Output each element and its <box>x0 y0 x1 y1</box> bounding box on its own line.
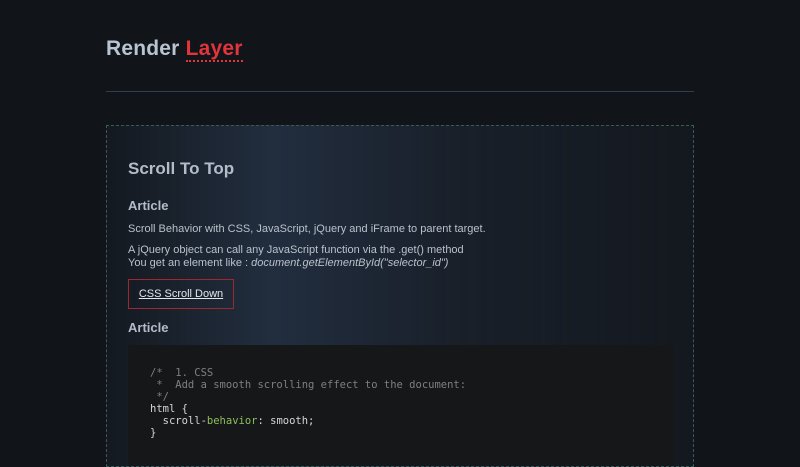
code-line: } <box>150 427 157 439</box>
article-heading-second: Article <box>128 320 169 335</box>
code-keyword: behavior <box>206 415 258 427</box>
article-heading: Article <box>128 198 169 213</box>
content-panel: Scroll To Top Article Scroll Behavior wi… <box>106 125 694 467</box>
css-scroll-down-button[interactable]: CSS Scroll Down <box>128 279 234 309</box>
header-divider <box>106 91 694 92</box>
paragraph-line-prefix: You get an element like : <box>128 257 252 269</box>
paragraph-line: A jQuery object can call any JavaScript … <box>128 244 464 256</box>
code-comment-line: * Add a smooth scrolling effect to the d… <box>150 379 467 391</box>
code-line-pre: scroll- <box>150 415 207 427</box>
code-block: /* 1. CSS * Add a smooth scrolling effec… <box>128 345 674 466</box>
panel-title: Scroll To Top <box>128 159 235 178</box>
code-comment-line: /* 1. CSS <box>150 367 214 379</box>
code-comment-line: */ <box>150 391 169 403</box>
article-paragraph-jquery: A jQuery object can call any JavaScript … <box>128 244 464 270</box>
site-title-main: Render <box>106 37 180 60</box>
code-line-post: : smooth; <box>257 415 315 427</box>
site-title: Render Layer <box>106 36 694 62</box>
site-header: Render Layer <box>106 36 694 62</box>
site-title-accent[interactable]: Layer <box>185 37 243 62</box>
css-scroll-down-link[interactable]: CSS Scroll Down <box>139 288 223 300</box>
inline-code-example: document.getElementById("selector_id") <box>251 257 449 269</box>
article-paragraph: Scroll Behavior with CSS, JavaScript, jQ… <box>128 223 486 235</box>
code-line: html { <box>150 403 188 415</box>
